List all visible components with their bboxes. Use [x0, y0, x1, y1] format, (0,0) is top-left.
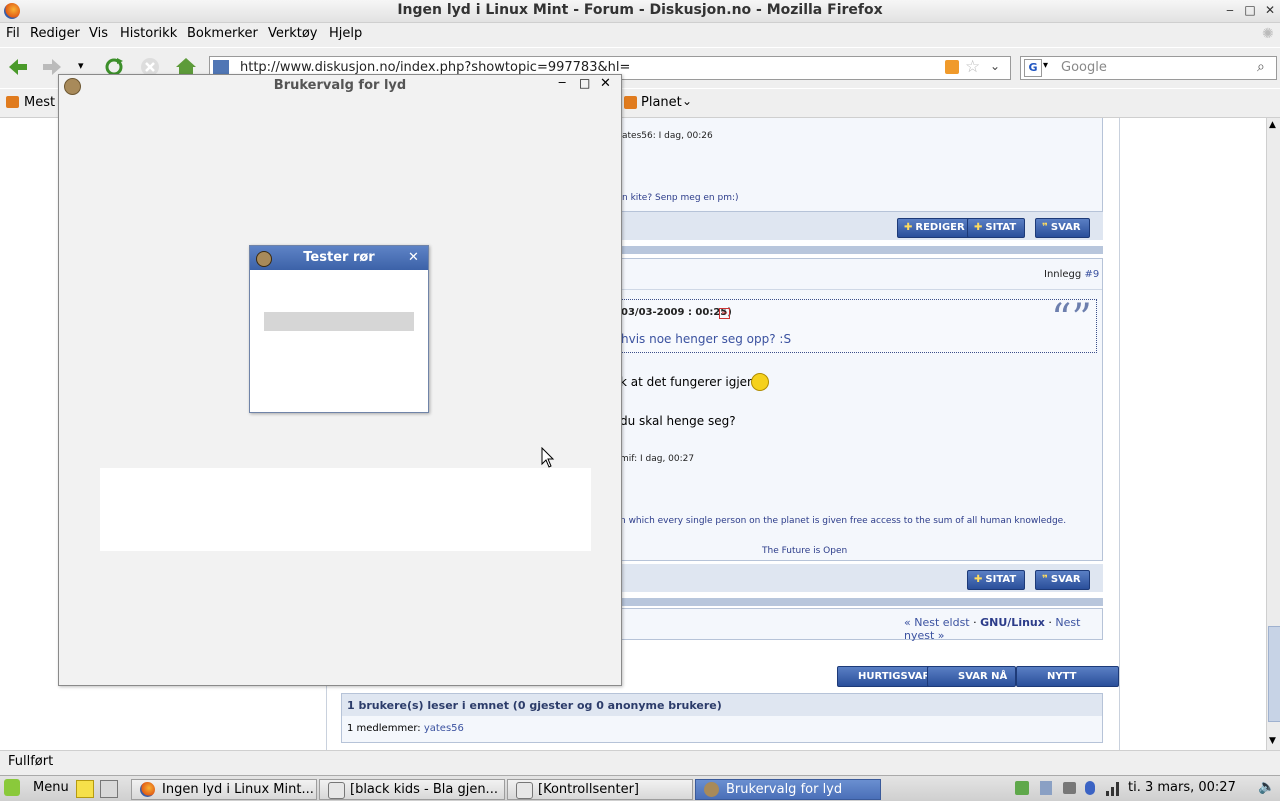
control-center-icon — [516, 782, 533, 799]
close-icon[interactable]: ✕ — [408, 250, 419, 265]
url-dropdown-icon[interactable]: ⌄ — [990, 59, 1000, 73]
scrollbar-thumb[interactable] — [1268, 626, 1280, 722]
nav-separator: · — [973, 616, 977, 629]
url-text: http://www.diskusjon.no/index.php?showto… — [240, 60, 631, 75]
clipboard-icon[interactable] — [1040, 781, 1052, 795]
scroll-up-icon[interactable]: ▲ — [1269, 120, 1276, 130]
post-signature: n kite? Senp meg en pm:) — [622, 193, 739, 203]
close-icon[interactable]: ✕ — [1262, 2, 1278, 18]
sound-preferences-icon — [704, 782, 719, 797]
scroll-down-icon[interactable]: ▼ — [1269, 736, 1276, 746]
menu-view[interactable]: Vis — [89, 26, 108, 41]
post-signature: The Future is Open — [762, 546, 848, 556]
reply-button[interactable]: ❞ SVAR — [1035, 218, 1090, 238]
task-sound-preferences[interactable]: Brukervalg for lyd — [695, 779, 881, 800]
test-pipeline-dialog[interactable]: Tester rør ✕ — [249, 245, 429, 413]
taskbar: Menu Ingen lyd i Linux Mint... [black ki… — [0, 775, 1280, 801]
minimize-icon[interactable]: ‒ — [558, 75, 566, 90]
nav-separator: · — [1048, 616, 1052, 629]
volume-icon[interactable]: 🔈 — [1258, 779, 1275, 795]
menu-history[interactable]: Historikk — [120, 26, 177, 41]
google-engine-icon[interactable]: G — [1024, 59, 1042, 77]
dialog-title: Brukervalg for lyd — [273, 78, 407, 93]
firefox-icon — [140, 782, 155, 797]
forum-link[interactable]: GNU/Linux — [980, 616, 1045, 629]
clock[interactable]: ti. 3 mars, 00:27 — [1128, 780, 1236, 795]
new-topic-button[interactable]: NYTT EMNE — [1016, 666, 1119, 701]
previous-topic-link[interactable]: « Nest eldst — [904, 616, 970, 629]
edit-button[interactable]: ✚ REDIGER — [897, 218, 974, 238]
maximize-icon[interactable]: □ — [579, 76, 590, 90]
post-number-label: Innlegg #9 — [1044, 269, 1100, 280]
window-title: Ingen lyd i Linux Mint - Forum - Diskusj… — [397, 2, 883, 18]
mouse-cursor-icon — [541, 447, 555, 468]
window-titlebar[interactable]: Ingen lyd i Linux Mint - Forum - Diskusj… — [0, 0, 1280, 23]
bookmark-most-visited[interactable]: Mest — [24, 95, 55, 110]
menu-bar: Fil Rediger Vis Historikk Bokmerker Verk… — [0, 23, 1280, 47]
notes-icon[interactable] — [76, 780, 94, 798]
menu-tools[interactable]: Verktøy — [268, 26, 318, 41]
smiley-icon — [751, 373, 769, 391]
quote-text: hvis noe henger seg opp? :S — [621, 332, 792, 346]
post-signature: n which every single person on the plane… — [620, 516, 1067, 526]
menu-edit[interactable]: Rediger — [30, 26, 80, 41]
members-label: 1 medlemmer: — [347, 723, 421, 734]
bluetooth-icon[interactable] — [1085, 781, 1095, 795]
readers-title: 1 brukere(s) leser i emnet (0 gjester og… — [347, 699, 722, 712]
signal-strength-icon[interactable] — [1105, 781, 1121, 796]
minimize-icon[interactable]: ‒ — [1222, 2, 1238, 18]
menu-button[interactable]: Menu — [33, 780, 69, 795]
status-bar: Fullført — [0, 750, 1280, 775]
bookmark-folder-icon — [6, 96, 19, 108]
quote-header: 03/03-2009 : 00:25) — [621, 307, 732, 318]
menu-bookmarks[interactable]: Bokmerker — [187, 26, 258, 41]
progress-bar — [264, 312, 414, 331]
task-control-center[interactable]: [Kontrollsenter] — [507, 779, 693, 800]
menu-help[interactable]: Hjelp — [329, 26, 362, 41]
network-icon[interactable] — [1015, 781, 1029, 795]
task-firefox[interactable]: Ingen lyd i Linux Mint... — [131, 779, 317, 800]
active-readers-box: 1 brukere(s) leser i emnet (0 gjester og… — [341, 693, 1103, 743]
post-meta: mif: I dag, 00:27 — [620, 454, 695, 464]
page-scrollbar[interactable]: ▲ ▼ — [1266, 118, 1280, 750]
close-icon[interactable]: ✕ — [600, 76, 611, 91]
search-placeholder: Google — [1061, 60, 1107, 75]
member-link[interactable]: yates56 — [424, 723, 464, 734]
dialog-title: Tester rør — [303, 250, 375, 265]
rss-icon — [624, 96, 637, 109]
post-meta: ates56: I dag, 00:26 — [622, 131, 713, 141]
reply-now-button[interactable]: SVAR NÅ — [927, 666, 1017, 687]
task-text-editor[interactable]: [black kids - Bla gjen... — [319, 779, 505, 800]
bookmark-planet[interactable]: Planet — [641, 95, 682, 110]
menu-file[interactable]: Fil — [6, 26, 20, 41]
lock-icon[interactable] — [1063, 782, 1076, 794]
document-icon — [328, 782, 345, 799]
maximize-icon[interactable]: □ — [1242, 2, 1258, 18]
mint-menu-icon[interactable] — [4, 779, 20, 796]
engine-dropdown-icon[interactable]: ▾ — [1043, 60, 1048, 71]
control-center-icon[interactable] — [100, 780, 118, 798]
search-icon[interactable]: ⌕ — [1257, 59, 1265, 75]
blank-panel — [100, 468, 591, 551]
rss-feed-icon[interactable] — [945, 60, 959, 74]
back-icon[interactable] — [6, 56, 30, 78]
quote-link-icon[interactable]: ⇐ — [719, 308, 730, 319]
reply-button[interactable]: ❞ SVAR — [1035, 570, 1090, 590]
quote-block: 03/03-2009 : 00:25) ⇐ “” hvis noe henger… — [610, 296, 1097, 353]
quick-reply-button[interactable]: HURTIGSVAR — [837, 666, 940, 687]
status-text: Fullført — [8, 754, 54, 769]
search-box[interactable]: G ▾ Google ⌕ — [1020, 56, 1277, 80]
chevron-down-icon[interactable]: ⌄ — [682, 94, 692, 108]
throbber-icon: ✺ — [1262, 26, 1274, 42]
quote-button[interactable]: ✚ SITAT — [967, 570, 1026, 590]
bookmark-star-icon[interactable]: ☆ — [965, 57, 980, 77]
post-text-line: du skal henge seg? — [620, 414, 736, 428]
post-text-line: k at det fungerer igjen... — [620, 375, 767, 389]
history-dropdown-icon[interactable]: ▾ — [78, 59, 84, 72]
quote-marks-icon: “” — [1051, 296, 1092, 342]
post-number-link[interactable]: #9 — [1084, 269, 1099, 280]
quote-button[interactable]: ✚ SITAT — [967, 218, 1026, 238]
